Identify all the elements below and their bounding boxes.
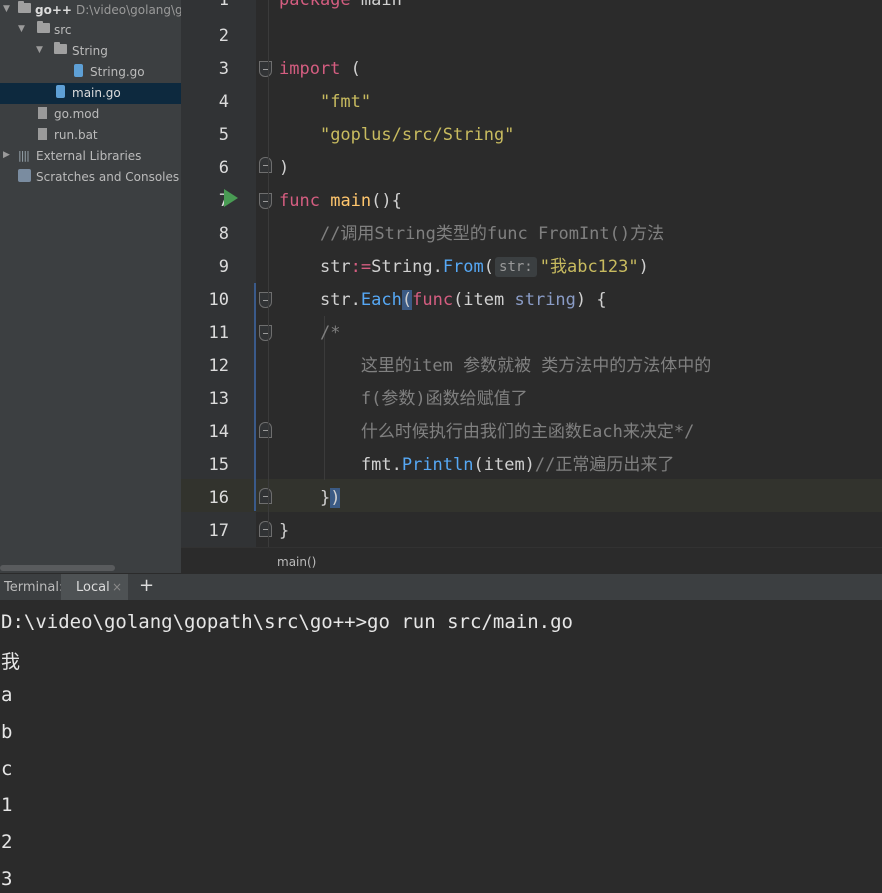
code-line-13[interactable]: f(参数)函数给赋值了 [279, 383, 528, 416]
go-file-icon [74, 64, 83, 77]
line-number: 7 [218, 191, 229, 211]
fold-marker-icon[interactable] [259, 521, 272, 537]
go-file-icon [56, 85, 65, 98]
line-number: 13 [208, 389, 229, 409]
project-tree-panel: ▼ go++ D:\video\golang\g ▼ src ▼ String … [0, 0, 183, 573]
mod-file-icon [38, 107, 47, 119]
fold-marker-icon[interactable] [259, 422, 272, 438]
code-line-3[interactable]: import ( [279, 53, 361, 86]
tree-item-label: Scratches and Consoles [36, 170, 180, 184]
fold-marker-icon[interactable] [259, 325, 272, 341]
tree-item-label: External Libraries [36, 149, 142, 163]
line-number: 1 [218, 0, 229, 10]
folder-icon [54, 42, 67, 54]
chevron-down-icon[interactable]: ▼ [3, 4, 10, 14]
editor-breadcrumb[interactable]: main() [181, 547, 882, 574]
terminal-line: 3 [1, 868, 13, 890]
tree-item-go-mod[interactable]: go.mod [0, 104, 181, 125]
tree-item-main-go[interactable]: main.go [0, 83, 181, 104]
terminal-line: 1 [1, 794, 13, 816]
terminal-line: 我 [1, 651, 21, 673]
scratches-icon [18, 169, 31, 182]
line-number: 14 [208, 422, 229, 442]
tree-item-string-go[interactable]: String.go [0, 62, 181, 83]
tree-item-label: String.go [90, 65, 145, 79]
line-number: 17 [208, 521, 229, 541]
code-line-4[interactable]: "fmt" [279, 86, 371, 119]
terminal-line: c [1, 758, 13, 780]
project-root-path: D:\video\golang\g [76, 3, 183, 17]
tree-item-label: go.mod [54, 107, 100, 121]
chevron-down-icon[interactable]: ▼ [18, 24, 25, 34]
fold-marker-icon[interactable] [259, 292, 272, 308]
tree-item-run-bat[interactable]: run.bat [0, 125, 181, 146]
bat-file-icon [38, 128, 47, 140]
sidebar-horizontal-scrollbar[interactable] [0, 565, 115, 571]
line-number: 16 [208, 488, 229, 508]
code-line-10[interactable]: str.Each(func(item string) { [279, 284, 607, 317]
line-number: 6 [218, 158, 229, 178]
folder-icon [18, 1, 31, 13]
chevron-right-icon[interactable]: ▶ [3, 150, 10, 160]
tree-item-label: String [72, 44, 108, 58]
line-number: 5 [218, 125, 229, 145]
line-number: 4 [218, 92, 229, 112]
code-line-12[interactable]: 这里的item 参数就被 类方法中的方法体中的 [279, 350, 711, 383]
terminal-line: b [1, 721, 13, 743]
fold-marker-icon[interactable] [259, 193, 272, 209]
line-number: 3 [218, 59, 229, 79]
terminal-output[interactable]: D:\video\golang\gopath\src\go++>go run s… [0, 600, 882, 893]
code-line-7[interactable]: func main(){ [279, 185, 402, 218]
terminal-tab-label: Local [76, 580, 110, 595]
tree-item-src[interactable]: ▼ src [0, 20, 181, 41]
terminal-line: 2 [1, 831, 13, 853]
line-number: 15 [208, 455, 229, 475]
breadcrumb-item[interactable]: main() [277, 555, 316, 569]
code-line-11[interactable]: /* [279, 317, 340, 350]
code-line-14[interactable]: 什么时候执行由我们的主函数Each来决定*/ [279, 416, 694, 449]
vcs-change-marker [254, 283, 256, 511]
line-number: 2 [218, 26, 229, 46]
fold-marker-icon[interactable] [259, 61, 272, 77]
indent-guide [268, 0, 269, 547]
tree-item-label: run.bat [54, 128, 98, 142]
tree-item-string-folder[interactable]: ▼ String [0, 41, 181, 62]
terminal-line: D:\video\golang\gopath\src\go++>go run s… [1, 611, 573, 633]
terminal-title: Terminal: [4, 580, 64, 595]
add-tab-icon[interactable]: + [139, 575, 154, 596]
fold-marker-icon[interactable] [259, 488, 272, 504]
tree-item-label: main.go [72, 86, 121, 100]
line-number: 12 [208, 356, 229, 376]
fold-marker-icon[interactable] [259, 157, 272, 173]
terminal-line: a [1, 684, 13, 706]
terminal-header: Terminal: Local × + [0, 573, 882, 601]
run-icon[interactable] [224, 189, 238, 207]
code-line-6[interactable]: ) [279, 152, 289, 185]
code-line-9[interactable]: str:=String.From(str: "我abc123") [279, 251, 649, 284]
folder-icon [37, 21, 50, 33]
library-icon: |||| [18, 149, 30, 162]
line-number: 9 [218, 257, 229, 277]
line-number: 11 [208, 323, 229, 343]
chevron-down-icon[interactable]: ▼ [36, 45, 43, 55]
tree-root-row[interactable]: ▼ go++ D:\video\golang\g [0, 0, 183, 21]
terminal-tab-local[interactable]: Local × [61, 574, 128, 601]
close-icon[interactable]: × [112, 580, 122, 594]
line-number: 10 [208, 290, 229, 310]
code-line-8[interactable]: //调用String类型的func FromInt()方法 [279, 218, 664, 251]
code-line-5[interactable]: "goplus/src/String" [279, 119, 514, 152]
code-line-16[interactable]: }) [279, 482, 341, 515]
parameter-hint: str: [495, 257, 537, 277]
code-line-1[interactable]: package main [279, 0, 402, 17]
tree-item-label: src [54, 23, 72, 37]
line-number: 8 [218, 224, 229, 244]
project-root-name: go++ [35, 3, 72, 17]
tree-item-external-libraries[interactable]: ▶ |||| External Libraries [0, 146, 181, 167]
tree-item-scratches[interactable]: Scratches and Consoles [0, 167, 181, 188]
code-line-17[interactable]: } [279, 515, 289, 548]
code-line-15[interactable]: fmt.Println(item)//正常遍历出来了 [279, 449, 675, 482]
